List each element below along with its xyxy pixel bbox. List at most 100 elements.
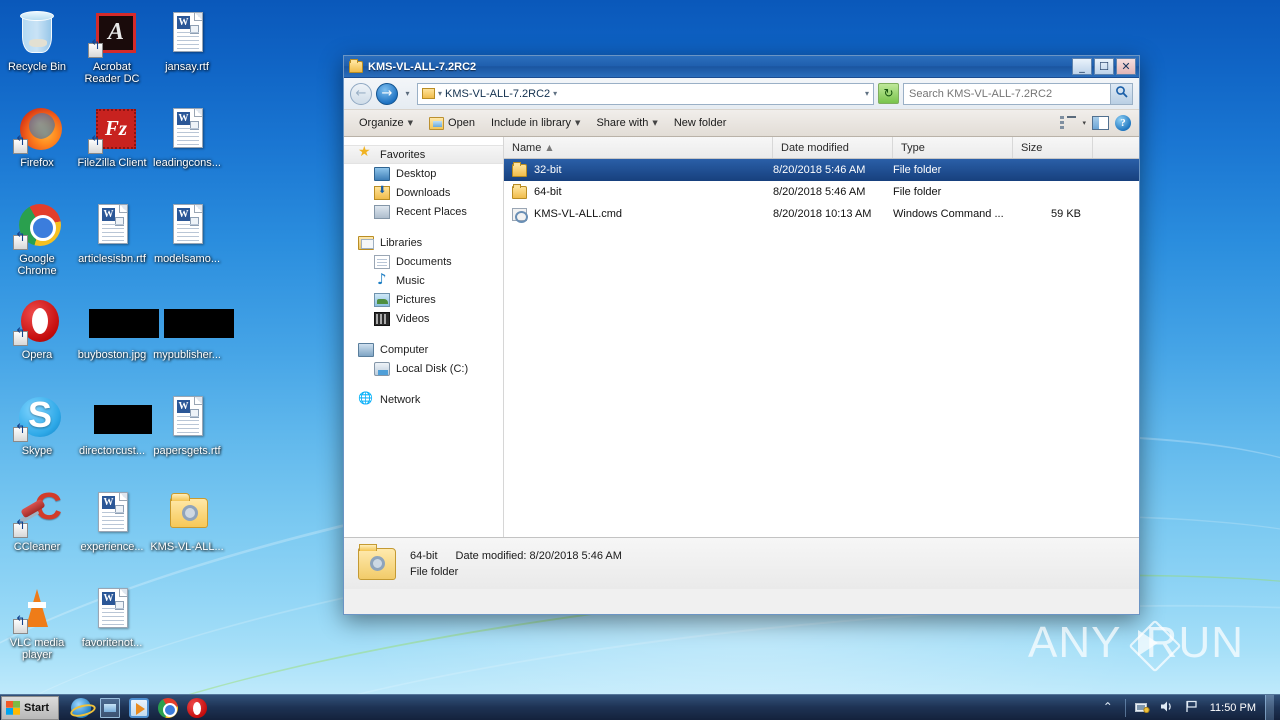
history-dropdown-icon[interactable]: ▾ bbox=[402, 89, 413, 98]
table-row[interactable]: KMS-VL-ALL.cmd 8/20/2018 10:13 AM Windows … bbox=[504, 203, 1139, 225]
file-date-cell: 8/20/2018 5:46 AM bbox=[773, 164, 866, 176]
table-row[interactable]: 32-bit 8/20/2018 5:46 AM File folder bbox=[504, 159, 1139, 181]
nav-item-recent-places[interactable]: Recent Places bbox=[344, 202, 503, 221]
back-button[interactable]: ← bbox=[350, 82, 372, 105]
file-size-cell: 59 KB bbox=[1051, 208, 1081, 220]
maximize-button[interactable]: ☐ bbox=[1094, 58, 1114, 75]
nav-item-label: Libraries bbox=[380, 236, 423, 249]
nav-item-videos[interactable]: Videos bbox=[344, 309, 503, 328]
start-button[interactable]: Start bbox=[1, 695, 59, 720]
nav-item-local-disk-c[interactable]: Local Disk (C:) bbox=[344, 359, 503, 378]
column-headers: Name ▲ Date modified Type Size bbox=[504, 137, 1139, 159]
taskbar-google-chrome-icon[interactable] bbox=[158, 697, 178, 718]
chevron-down-icon: ▼ bbox=[407, 119, 414, 127]
action-center-flag-icon[interactable] bbox=[1185, 700, 1201, 715]
desktop-icon[interactable]: directorcust... bbox=[75, 394, 152, 457]
desktop-icon[interactable]: KMS-VL-ALL... bbox=[150, 490, 224, 553]
desktop-icon[interactable]: Acrobat Reader DC bbox=[75, 10, 149, 85]
shortcut-arrow-icon bbox=[13, 427, 28, 442]
local-disk-icon bbox=[374, 361, 390, 376]
taskbar-clock[interactable]: 11:50 PM bbox=[1210, 702, 1256, 714]
desktop-icon[interactable]: buyboston.jpg bbox=[75, 298, 159, 361]
explorer-window[interactable]: KMS-VL-ALL-7.2RC2 _ ☐ ✕ ← → ▾ ▾ KMS-VL-A… bbox=[343, 55, 1140, 615]
nav-item-libraries[interactable]: Libraries bbox=[344, 233, 503, 252]
file-type-cell: Windows Command ... bbox=[893, 208, 1004, 220]
nav-item-desktop[interactable]: Desktop bbox=[344, 164, 503, 183]
change-view-icon[interactable] bbox=[1060, 116, 1077, 130]
nav-item-documents[interactable]: Documents bbox=[344, 252, 503, 271]
desktop-icon[interactable]: modelsamo... bbox=[150, 202, 224, 265]
file-name-cell: 32-bit bbox=[512, 161, 773, 177]
command-organize[interactable]: Organize ▼ bbox=[352, 114, 420, 132]
desktop-icon[interactable]: Google Chrome bbox=[0, 202, 74, 277]
address-breadcrumb-bar[interactable]: ▾ KMS-VL-ALL-7.2RC2 ▾ ▾ bbox=[417, 82, 874, 105]
chevron-down-icon: ▼ bbox=[652, 119, 658, 127]
word-document-icon bbox=[88, 490, 136, 538]
search-icon[interactable] bbox=[1110, 83, 1132, 104]
refresh-button[interactable]: ↻ bbox=[878, 83, 899, 104]
taskbar-windows-explorer-icon[interactable] bbox=[100, 697, 120, 718]
taskbar[interactable]: Start ⌃ 11:50 PM bbox=[0, 694, 1280, 720]
desktop-icon[interactable]: leadingcons... bbox=[150, 106, 224, 169]
file-date-cell: 8/20/2018 5:46 AM bbox=[773, 186, 866, 198]
taskbar-opera-icon[interactable] bbox=[187, 697, 207, 718]
column-header-date-modified[interactable]: Date modified bbox=[773, 137, 893, 158]
window-title-bar[interactable]: KMS-VL-ALL-7.2RC2 _ ☐ ✕ bbox=[344, 56, 1139, 78]
command-new-folder[interactable]: New folder bbox=[667, 114, 734, 132]
nav-item-music[interactable]: Music bbox=[344, 270, 503, 290]
nav-item-network[interactable]: Network bbox=[344, 390, 503, 409]
search-input[interactable] bbox=[909, 87, 1110, 100]
nav-item-downloads[interactable]: Downloads bbox=[344, 183, 503, 202]
taskbar-internet-explorer-icon[interactable] bbox=[71, 697, 91, 718]
desktop-icon[interactable]: mypublisher... bbox=[150, 298, 234, 361]
desktop-icon[interactable]: FileZilla Client bbox=[75, 106, 149, 169]
file-list-pane[interactable]: Name ▲ Date modified Type Size 32-bit 8/20/20… bbox=[504, 137, 1139, 537]
desktop-icon[interactable]: CCleaner bbox=[0, 486, 74, 553]
desktop-icon[interactable]: Opera bbox=[0, 298, 74, 361]
desktop-icon[interactable]: jansay.rtf bbox=[150, 10, 224, 73]
watermark-any: ANY bbox=[1028, 618, 1122, 667]
nav-item-computer[interactable]: Computer bbox=[344, 340, 503, 359]
desktop-icon[interactable]: Firefox bbox=[0, 106, 74, 169]
forward-button[interactable]: → bbox=[376, 82, 398, 105]
column-header-size[interactable]: Size bbox=[1013, 137, 1093, 158]
column-header-type[interactable]: Type bbox=[893, 137, 1013, 158]
desktop-icon-label: leadingcons... bbox=[153, 157, 221, 169]
nav-item-favorites[interactable]: Favorites bbox=[344, 144, 503, 164]
command-open[interactable]: Open bbox=[422, 114, 482, 133]
preview-pane-icon[interactable] bbox=[1092, 116, 1109, 130]
desktop-icon[interactable]: experience... bbox=[75, 490, 149, 553]
command-share-with[interactable]: Share with ▼ bbox=[589, 114, 664, 132]
help-icon[interactable]: ? bbox=[1115, 115, 1131, 131]
search-box[interactable] bbox=[903, 82, 1133, 105]
desktop-icon[interactable]: articlesisbn.rtf bbox=[75, 202, 149, 265]
desktop-icon[interactable]: VLC media player bbox=[0, 586, 74, 661]
nav-item-label: Recent Places bbox=[396, 205, 467, 218]
minimize-button[interactable]: _ bbox=[1072, 58, 1092, 75]
desktop-icon[interactable]: papersgets.rtf bbox=[150, 394, 224, 457]
close-button[interactable]: ✕ bbox=[1116, 58, 1136, 75]
desktop[interactable]: Recycle Bin Acrobat Reader DC jansay.rtf Fi… bbox=[0, 0, 1280, 720]
desktop-icon-label: papersgets.rtf bbox=[153, 445, 221, 457]
column-header-name[interactable]: Name ▲ bbox=[504, 137, 773, 158]
command-include-in-library[interactable]: Include in library ▼ bbox=[484, 114, 587, 132]
taskbar-windows-media-player-icon[interactable] bbox=[129, 697, 149, 718]
desktop-icon[interactable]: favoritenot... bbox=[75, 586, 149, 649]
network-tray-icon[interactable] bbox=[1135, 700, 1151, 715]
show-hidden-icons-icon[interactable]: ⌃ bbox=[1100, 700, 1116, 715]
view-dropdown-icon[interactable]: ▾ bbox=[1082, 119, 1086, 127]
file-date-cell: 8/20/2018 10:13 AM bbox=[773, 208, 872, 220]
nav-item-pictures[interactable]: Pictures bbox=[344, 290, 503, 309]
address-dropdown-icon[interactable]: ▾ bbox=[865, 89, 869, 98]
table-row[interactable]: 64-bit 8/20/2018 5:46 AM File folder bbox=[504, 181, 1139, 203]
breadcrumb-chevron-icon[interactable]: ▾ bbox=[553, 89, 557, 98]
navigation-pane[interactable]: Favorites Desktop Downloads Recent Places Li… bbox=[344, 137, 504, 537]
desktop-icon[interactable]: Skype bbox=[0, 394, 74, 457]
volume-tray-icon[interactable] bbox=[1160, 700, 1176, 715]
image-thumbnail-icon bbox=[163, 298, 234, 346]
desktop-icon[interactable]: Recycle Bin bbox=[0, 10, 74, 73]
command-label: Open bbox=[448, 117, 475, 129]
breadcrumb-path-label[interactable]: KMS-VL-ALL-7.2RC2 bbox=[445, 88, 550, 100]
show-desktop-button[interactable] bbox=[1265, 694, 1274, 720]
command-label: Share with bbox=[596, 117, 649, 129]
